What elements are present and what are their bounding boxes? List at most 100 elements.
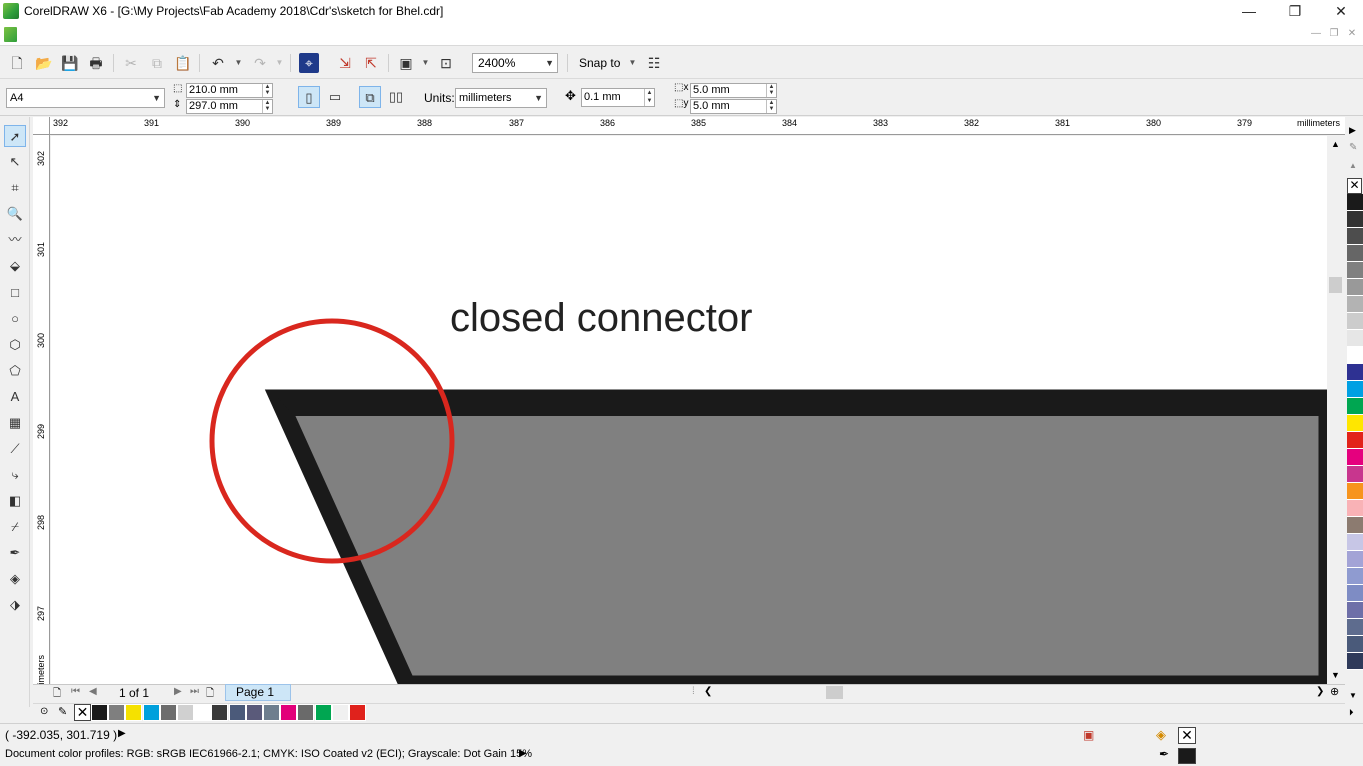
nudge-distance-field[interactable]: 0.1 mm ▲ ▼	[581, 88, 655, 107]
color-profiles-text[interactable]: Document color profiles: RGB: sRGB IEC61…	[5, 748, 532, 760]
snap-to-button[interactable]: Snap to	[579, 56, 620, 70]
palette-expand-icon[interactable]: ⏵	[1349, 707, 1354, 718]
palette-color-swatch[interactable]	[1347, 517, 1363, 534]
palette-color-swatch[interactable]	[1347, 296, 1363, 313]
zoom-level-combo[interactable]: 2400% ▼	[472, 53, 558, 73]
prev-page-icon[interactable]: ◀	[89, 686, 97, 697]
duplicate-distance-y-field[interactable]: 5.0 mm ▲ ▼	[690, 99, 777, 114]
document-color-swatch[interactable]	[211, 704, 229, 721]
trapezoid-shape[interactable]	[264, 389, 1327, 684]
palette-menu-icon[interactable]: ⊙	[40, 706, 48, 717]
palette-color-swatch[interactable]	[1347, 262, 1363, 279]
text-tool-icon[interactable]: A	[4, 386, 26, 408]
dimension-tool-icon[interactable]: ⟋	[4, 438, 26, 460]
export-icon[interactable]: ⇱	[361, 53, 381, 73]
save-icon[interactable]: 💾	[60, 53, 80, 73]
palette-color-swatch[interactable]	[1347, 636, 1363, 653]
redo-dropdown-icon[interactable]: ▼	[275, 53, 284, 73]
page-height-field[interactable]: 297.0 mm ▲ ▼	[186, 99, 273, 114]
interactive-fill-tool-icon[interactable]: ⬗	[4, 594, 26, 616]
document-color-swatch[interactable]	[228, 704, 246, 721]
fill-none-swatch[interactable]: ✕	[1178, 727, 1196, 744]
polygon-tool-icon[interactable]: ⬡	[4, 334, 26, 356]
document-color-swatch[interactable]	[125, 704, 143, 721]
doc-restore-icon[interactable]: ❐	[1327, 28, 1341, 39]
spin-arrows-icon[interactable]: ▲ ▼	[766, 84, 776, 97]
undo-dropdown-icon[interactable]: ▼	[234, 53, 243, 73]
snap-to-dropdown-icon[interactable]: ▼	[628, 53, 637, 73]
document-color-swatch[interactable]	[177, 704, 194, 721]
doc-minimize-icon[interactable]: —	[1309, 28, 1323, 39]
palette-color-swatch[interactable]	[1347, 211, 1363, 228]
add-page-after-icon[interactable]: 🗋	[206, 686, 214, 703]
spin-arrows-icon[interactable]: ▲ ▼	[262, 100, 272, 113]
paper-size-combo[interactable]: A4 ▼	[6, 88, 165, 108]
palette-eyedropper-icon[interactable]: ✎	[1349, 142, 1357, 153]
palette-color-swatch[interactable]	[1347, 432, 1363, 449]
paste-icon[interactable]: 📋	[173, 53, 193, 73]
eyedropper-tool-icon[interactable]: ⌿	[4, 516, 26, 538]
palette-color-swatch[interactable]	[1347, 483, 1363, 500]
portrait-icon[interactable]: ▯	[298, 86, 320, 108]
palette-scroll-up-icon[interactable]: ▲	[1349, 161, 1357, 170]
undo-icon[interactable]: ↶	[208, 53, 228, 73]
no-color-swatch[interactable]: ✕	[74, 704, 91, 721]
navigator-icon[interactable]: ⊕	[1330, 685, 1339, 698]
zoom-tool-icon[interactable]: 🔍	[4, 203, 26, 225]
doc-close-icon[interactable]: ✕	[1345, 28, 1359, 39]
scroll-right-icon[interactable]: ❯	[1316, 686, 1324, 697]
launcher-dropdown-icon[interactable]: ▼	[421, 53, 430, 73]
palette-color-swatch[interactable]	[1347, 466, 1363, 483]
palette-eyedropper-icon[interactable]: ✎	[58, 705, 67, 718]
horizontal-scroll-thumb[interactable]	[826, 686, 843, 699]
next-page-icon[interactable]: ▶	[174, 686, 182, 697]
coords-flyout-icon[interactable]: ▶	[118, 728, 126, 739]
document-color-swatch[interactable]	[194, 704, 212, 721]
restore-button[interactable]: ❐	[1272, 0, 1318, 24]
palette-scroll-down-icon[interactable]: ▼	[1349, 691, 1357, 700]
vertical-ruler[interactable]	[33, 135, 50, 685]
freehand-tool-icon[interactable]: 〰	[4, 229, 26, 251]
pick-tool-icon[interactable]: ➚	[4, 125, 26, 147]
palette-color-swatch[interactable]	[1347, 619, 1363, 636]
document-color-swatch[interactable]	[108, 704, 126, 721]
palette-color-swatch[interactable]	[1347, 228, 1363, 245]
spin-arrows-icon[interactable]: ▲ ▼	[644, 89, 654, 106]
scroll-down-icon[interactable]: ▼	[1331, 670, 1340, 680]
minimize-button[interactable]: —	[1226, 0, 1272, 24]
document-color-swatch[interactable]	[263, 704, 280, 721]
annotation-text[interactable]: closed connector	[450, 296, 752, 341]
smart-fill-tool-icon[interactable]: ⬙	[4, 255, 26, 277]
new-document-icon[interactable]: 🗋	[7, 53, 27, 73]
palette-color-swatch[interactable]	[1347, 245, 1363, 262]
no-color-swatch[interactable]: ✕	[1347, 178, 1362, 194]
document-color-swatch[interactable]	[245, 704, 263, 721]
fill-tool-icon[interactable]: ◈	[4, 568, 26, 590]
palette-color-swatch[interactable]	[1347, 330, 1363, 347]
last-page-icon[interactable]: ⏭	[190, 686, 199, 697]
close-button[interactable]: ✕	[1318, 0, 1363, 24]
welcome-screen-icon[interactable]: ⊡	[436, 53, 456, 73]
document-color-swatch[interactable]	[142, 704, 160, 721]
palette-color-swatch[interactable]	[1347, 364, 1363, 381]
page-tab[interactable]: Page 1	[225, 684, 291, 701]
basic-shapes-tool-icon[interactable]: ⬠	[4, 360, 26, 382]
application-launcher-icon[interactable]: ▣	[396, 53, 416, 73]
palette-color-swatch[interactable]	[1347, 534, 1363, 551]
document-color-swatch[interactable]	[297, 704, 315, 721]
redo-icon[interactable]: ↷	[250, 53, 270, 73]
document-icon[interactable]	[4, 27, 17, 42]
palette-color-swatch[interactable]	[1347, 602, 1363, 619]
all-pages-icon[interactable]: ⧉	[359, 86, 381, 108]
shape-tool-icon[interactable]: ↖	[4, 151, 26, 173]
units-combo[interactable]: millimeters ▼	[455, 88, 547, 108]
palette-color-swatch[interactable]	[1347, 347, 1363, 364]
document-color-swatch[interactable]	[331, 704, 349, 721]
spin-arrows-icon[interactable]: ▲ ▼	[262, 84, 272, 97]
palette-flyout-icon[interactable]: ▶	[1349, 125, 1356, 136]
open-icon[interactable]: 📂	[34, 53, 54, 73]
palette-color-swatch[interactable]	[1347, 500, 1363, 517]
crop-tool-icon[interactable]: ⌗	[4, 177, 26, 199]
scroll-left-icon[interactable]: ❮	[704, 686, 712, 697]
vertical-scroll-thumb[interactable]	[1329, 277, 1342, 293]
